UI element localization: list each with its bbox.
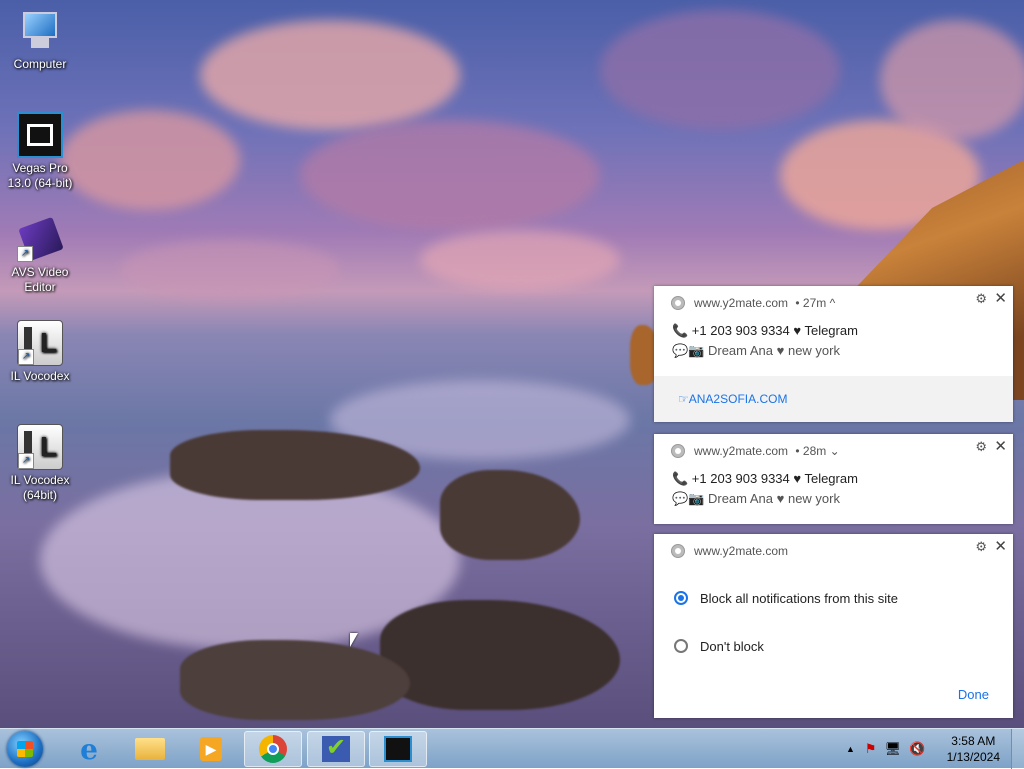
- action-center-icon[interactable]: ⚑: [865, 741, 877, 757]
- cloud: [300, 120, 600, 230]
- task-app-button[interactable]: ✔: [307, 731, 365, 767]
- shore-rock: [180, 640, 410, 720]
- clock[interactable]: 3:58 AM 1/13/2024: [947, 733, 1000, 765]
- notification-1[interactable]: www.y2mate.com • 27m ^ ⚙ ✕ 📞 +1 203 903 …: [654, 286, 1013, 422]
- desktop-icon-vegas-pro[interactable]: Vegas Pro 13.0 (64-bit): [2, 112, 78, 191]
- il-vocodex-icon: L ↗: [17, 424, 63, 470]
- cloud: [880, 20, 1024, 140]
- shortcut-arrow-icon: ↗: [17, 246, 33, 262]
- cloud: [420, 230, 620, 290]
- cloud: [200, 20, 460, 130]
- notification-time[interactable]: • 28m ⌄: [795, 444, 839, 458]
- gear-icon[interactable]: ⚙: [975, 291, 987, 307]
- close-icon[interactable]: ✕: [994, 289, 1007, 307]
- notification-header: www.y2mate.com • 27m ^: [694, 296, 835, 310]
- clock-date: 1/13/2024: [946, 750, 1000, 764]
- dont-block-radio[interactable]: [674, 639, 688, 653]
- gear-icon[interactable]: ⚙: [975, 439, 987, 455]
- vegas-pro-icon: [17, 112, 63, 158]
- desktop-icon-label: IL Vocodex: [10, 369, 70, 383]
- desktop-icon-label: AVS Video Editor: [11, 265, 69, 294]
- il-vocodex-icon: L ↗: [17, 320, 63, 366]
- block-all-label[interactable]: Block all notifications from this site: [700, 591, 898, 606]
- vegas-pro-taskbar-button[interactable]: [369, 731, 427, 767]
- desktop-icon-avs-video-editor[interactable]: ↗ AVS Video Editor: [2, 216, 78, 295]
- film-strip-icon: ↗: [17, 216, 64, 262]
- desktop-icon-label: IL Vocodex (64bit): [10, 473, 70, 502]
- notification-site: www.y2mate.com: [694, 444, 789, 458]
- cloud: [60, 110, 240, 210]
- chrome-icon: [259, 735, 287, 763]
- desktop-icon-il-vocodex-64bit[interactable]: L ↗ IL Vocodex (64bit): [2, 424, 78, 503]
- notification-site: www.y2mate.com: [694, 296, 789, 310]
- block-all-radio[interactable]: [674, 591, 688, 605]
- media-player-icon: ▶: [200, 737, 222, 761]
- done-button[interactable]: Done: [958, 687, 989, 702]
- volume-muted-icon[interactable]: 🔇: [909, 741, 925, 757]
- chrome-icon: [671, 544, 685, 558]
- shore-rock: [440, 470, 580, 560]
- notification-site: www.y2mate.com: [694, 544, 789, 558]
- shortcut-arrow-icon: ↗: [18, 349, 34, 365]
- cloud: [600, 10, 840, 130]
- desktop-icon-label: Vegas Pro 13.0 (64-bit): [7, 161, 73, 190]
- system-tray: ▲ ⚑ 🖥 🔇: [846, 729, 925, 769]
- mouse-cursor: [350, 633, 358, 647]
- shore-rock: [380, 600, 620, 710]
- chrome-taskbar-button[interactable]: [244, 731, 302, 767]
- vegas-pro-icon: [384, 736, 412, 762]
- notification-action-link[interactable]: ☞ANA2SOFIA.COM: [678, 392, 787, 406]
- desktop-icon-il-vocodex[interactable]: L ↗ IL Vocodex: [2, 320, 78, 384]
- computer-icon: [17, 8, 63, 54]
- notification-body: 💬📷 Dream Ana ♥ new york: [672, 491, 840, 506]
- notification-settings: www.y2mate.com ⚙ ✕ Block all notificatio…: [654, 534, 1013, 718]
- close-icon[interactable]: ✕: [994, 537, 1007, 555]
- chrome-icon: [671, 296, 685, 310]
- notification-header: www.y2mate.com • 28m ⌄: [694, 444, 840, 458]
- show-desktop-button[interactable]: [1011, 729, 1024, 769]
- clock-time: 3:58 AM: [951, 734, 996, 748]
- taskbar: e ▶ ✔ ▲ ⚑ 🖥 🔇 3:58 AM 1/13/2024: [0, 728, 1024, 769]
- dont-block-label[interactable]: Don't block: [700, 639, 764, 654]
- folder-icon: [135, 738, 165, 760]
- media-player-button[interactable]: ▶: [182, 731, 240, 767]
- notification-time[interactable]: • 27m ^: [795, 296, 835, 310]
- notification-2[interactable]: www.y2mate.com • 28m ⌄ ⚙ ✕ 📞 +1 203 903 …: [654, 434, 1013, 524]
- desktop-icon-label: Computer: [13, 57, 67, 71]
- gear-icon[interactable]: ⚙: [975, 539, 987, 555]
- internet-explorer-button[interactable]: e: [60, 731, 118, 767]
- desktop-background: Computer Vegas Pro 13.0 (64-bit) ↗ AVS V…: [0, 0, 1024, 728]
- cloud: [120, 240, 340, 300]
- notification-action-bar: ☞ANA2SOFIA.COM: [654, 376, 1013, 422]
- checkmark-app-icon: ✔: [322, 736, 350, 762]
- desktop-icon-computer[interactable]: Computer: [2, 8, 78, 72]
- notification-title: 📞 +1 203 903 9334 ♥ Telegram: [672, 471, 858, 486]
- notification-body: 💬📷 Dream Ana ♥ new york: [672, 343, 840, 358]
- file-explorer-button[interactable]: [121, 731, 179, 767]
- internet-explorer-icon: e: [80, 732, 98, 766]
- chrome-icon: [671, 444, 685, 458]
- close-icon[interactable]: ✕: [994, 437, 1007, 455]
- network-icon[interactable]: 🖥: [885, 741, 902, 757]
- notification-title: 📞 +1 203 903 9334 ♥ Telegram: [672, 323, 858, 338]
- start-button[interactable]: [7, 731, 43, 767]
- tray-overflow-button[interactable]: ▲: [846, 744, 855, 754]
- shortcut-arrow-icon: ↗: [18, 453, 34, 469]
